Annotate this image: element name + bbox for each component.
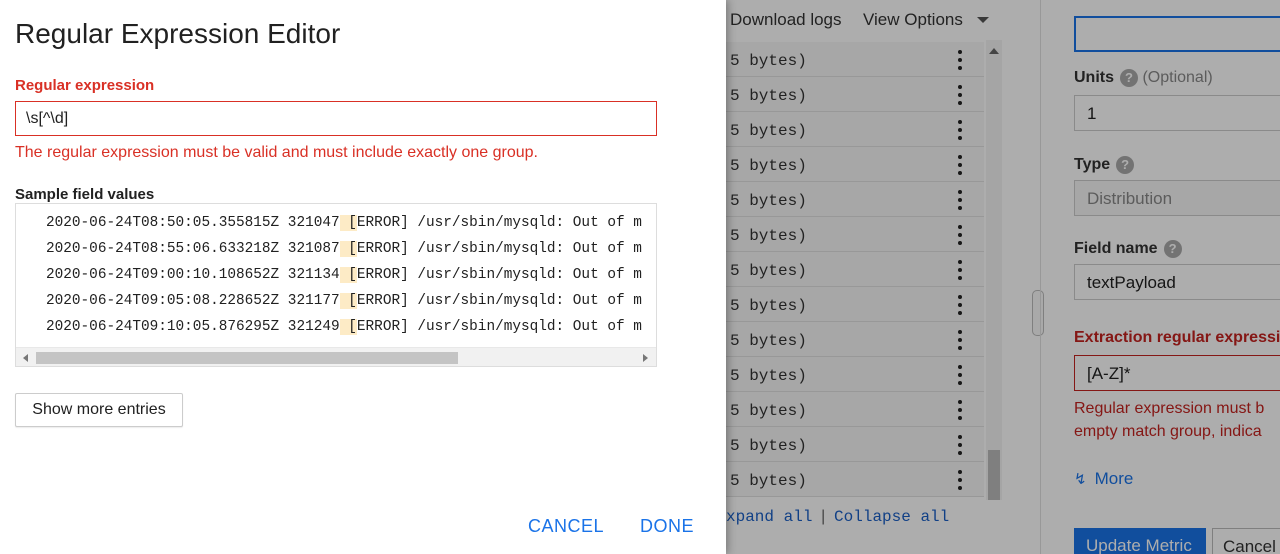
sample-line: 2020-06-24T08:55:06.633218Z 321087 [ERRO… (46, 241, 642, 257)
sample-text: ERROR] /usr/sbin/mysqld: Out of m (356, 267, 642, 283)
regex-error-message: The regular expression must be valid and… (15, 144, 538, 161)
done-button[interactable]: DONE (640, 516, 694, 537)
sample-text: ERROR] /usr/sbin/mysqld: Out of m (356, 293, 642, 309)
sample-line: 2020-06-24T09:00:10.108652Z 321134 [ERRO… (46, 267, 642, 283)
sample-text: 2020-06-24T08:55:06.633218Z 321087 (46, 241, 340, 257)
match-highlight: [ (339, 241, 357, 257)
sample-text: 2020-06-24T09:05:08.228652Z 321177 (46, 293, 340, 309)
sample-text: 2020-06-24T09:00:10.108652Z 321134 (46, 267, 340, 283)
sample-values-box: 2020-06-24T08:50:05.355815Z 321047 [ERRO… (15, 203, 657, 367)
show-more-entries-button[interactable]: Show more entries (15, 393, 183, 427)
sample-line: 2020-06-24T09:05:08.228652Z 321177 [ERRO… (46, 293, 642, 309)
match-highlight: [ (339, 267, 357, 283)
scroll-thumb[interactable] (36, 352, 458, 364)
scroll-left-icon[interactable] (23, 354, 28, 362)
sample-text: ERROR] /usr/sbin/mysqld: Out of m (356, 215, 642, 231)
scroll-right-icon[interactable] (643, 354, 648, 362)
match-highlight: [ (339, 293, 357, 309)
match-highlight: [ (339, 215, 357, 231)
sample-text: 2020-06-24T09:10:05.876295Z 321249 (46, 319, 340, 335)
cancel-button[interactable]: CANCEL (528, 516, 604, 537)
sample-text: ERROR] /usr/sbin/mysqld: Out of m (356, 319, 642, 335)
regex-editor-dialog: Regular Expression Editor Regular expres… (0, 0, 726, 554)
sample-values-label: Sample field values (15, 186, 155, 203)
dialog-title: Regular Expression Editor (15, 18, 341, 49)
sample-text: 2020-06-24T08:50:05.355815Z 321047 (46, 215, 340, 231)
sample-line: 2020-06-24T09:10:05.876295Z 321249 [ERRO… (46, 319, 642, 335)
horizontal-scrollbar[interactable] (16, 347, 656, 366)
sample-text: ERROR] /usr/sbin/mysqld: Out of m (356, 241, 642, 257)
sample-line: 2020-06-24T08:50:05.355815Z 321047 [ERRO… (46, 215, 642, 231)
match-highlight: [ (339, 319, 357, 335)
regex-input[interactable] (15, 101, 657, 136)
regex-label: Regular expression (15, 77, 155, 94)
